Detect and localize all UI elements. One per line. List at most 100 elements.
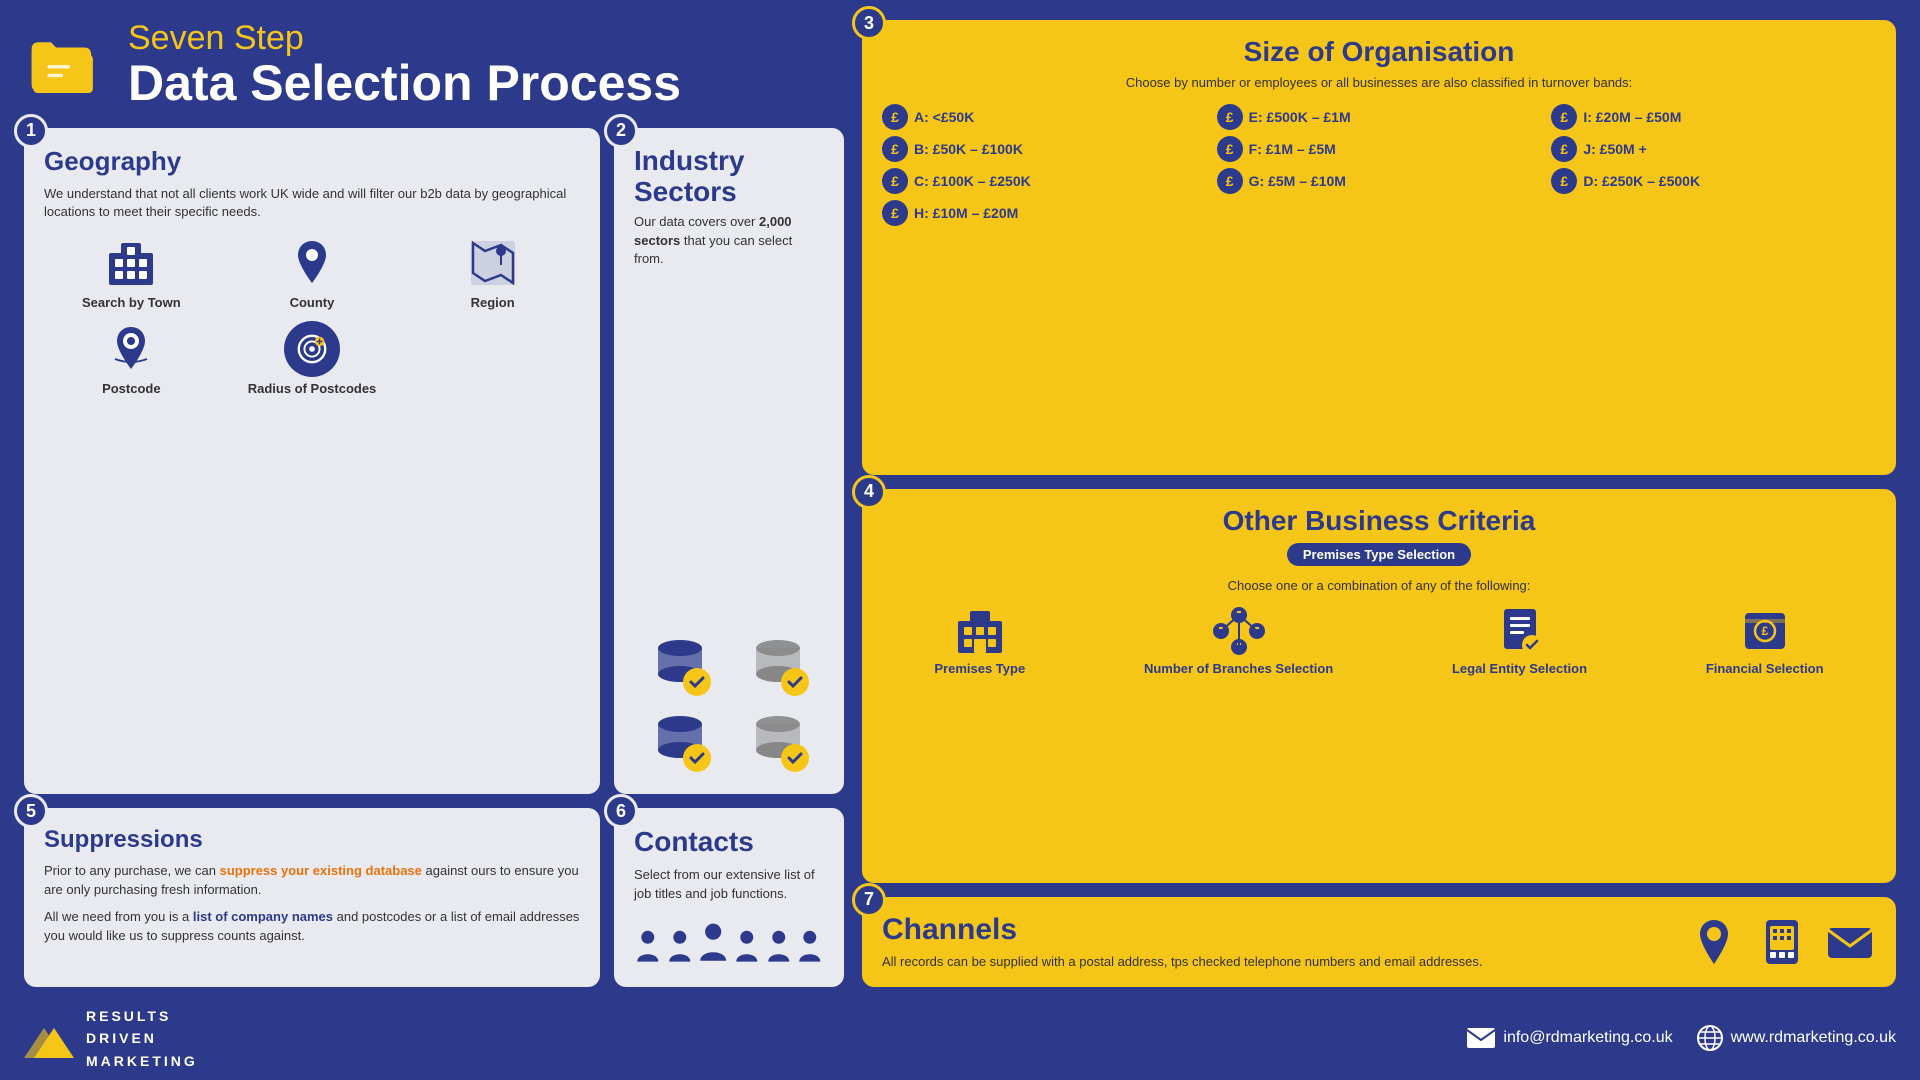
contacts-card: 6 Contacts Select from our extensive lis… bbox=[614, 808, 844, 986]
industry-title: Industry Sectors bbox=[634, 146, 824, 208]
geography-card: 1 Geography We understand that not all c… bbox=[24, 128, 600, 795]
channels-icons-row bbox=[1688, 916, 1876, 968]
db-icon-2 bbox=[732, 630, 824, 700]
pound-icon-c: £ bbox=[882, 168, 908, 194]
pound-icon-g: £ bbox=[1217, 168, 1243, 194]
suppressions-card: 5 Suppressions Prior to any purchase, we… bbox=[24, 808, 600, 986]
size-org-card: 3 Size of Organisation Choose by number … bbox=[862, 20, 1896, 475]
folder-icon bbox=[24, 30, 104, 100]
geography-icons-grid: Search by Town County bbox=[44, 235, 580, 396]
pound-icon-j: £ bbox=[1551, 136, 1577, 162]
pound-icon-f: £ bbox=[1217, 136, 1243, 162]
band-g-label: G: £5M – £10M bbox=[1249, 173, 1346, 189]
band-c: £ C: £100K – £250K bbox=[882, 168, 1207, 194]
geo-town-label: Search by Town bbox=[82, 295, 181, 311]
footer-website-text: www.rdmarketing.co.uk bbox=[1731, 1029, 1896, 1047]
industry-card: 2 Industry Sectors Our data covers over … bbox=[614, 128, 844, 795]
database-icons bbox=[634, 630, 824, 776]
band-b-label: B: £50K – £100K bbox=[914, 141, 1023, 157]
band-j: £ J: £50M + bbox=[1551, 136, 1876, 162]
logo-line-1: RESULTS bbox=[86, 1005, 198, 1027]
premises-badge: Premises Type Selection bbox=[1287, 543, 1471, 566]
suppressions-para2: All we need from you is a list of compan… bbox=[44, 908, 580, 946]
band-g: £ G: £5M – £10M bbox=[1217, 168, 1542, 194]
geo-radius-label: Radius of Postcodes bbox=[248, 381, 377, 397]
step-5-badge: 5 bbox=[14, 794, 48, 828]
criteria-branches-label: Number of Branches Selection bbox=[1144, 661, 1333, 677]
criteria-header: Other Business Criteria Premises Type Se… bbox=[882, 505, 1876, 593]
footer-website: www.rdmarketing.co.uk bbox=[1697, 1025, 1896, 1051]
contacts-desc: Select from our extensive list of job ti… bbox=[634, 866, 824, 902]
size-title: Size of Organisation bbox=[882, 36, 1876, 68]
suppressions-para1: Prior to any purchase, we can suppress y… bbox=[44, 862, 580, 900]
channels-desc: All records can be supplied with a posta… bbox=[882, 953, 1483, 971]
person-icon-1 bbox=[634, 925, 662, 969]
person-icon-5 bbox=[796, 925, 824, 969]
criteria-financial-label: Financial Selection bbox=[1706, 661, 1824, 677]
building-icon bbox=[103, 235, 159, 291]
channels-text: Channels All records can be supplied wit… bbox=[882, 913, 1483, 971]
band-d-label: D: £250K – £500K bbox=[1583, 173, 1700, 189]
channels-card: 7 Channels All records can be supplied w… bbox=[862, 897, 1896, 987]
band-h: £ H: £10M – £20M bbox=[882, 200, 1207, 226]
geo-search-town: Search by Town bbox=[44, 235, 219, 311]
footer-email-text: info@rdmarketing.co.uk bbox=[1503, 1029, 1672, 1047]
step-1-badge: 1 bbox=[14, 114, 48, 148]
premises-icon bbox=[954, 605, 1006, 657]
band-i-label: I: £20M – £50M bbox=[1583, 109, 1681, 125]
size-subtitle: Choose by number or employees or all bus… bbox=[882, 74, 1876, 92]
geo-county: County bbox=[225, 235, 400, 311]
criteria-items-row: Premises Type bbox=[882, 605, 1876, 677]
geo-postcode-label: Postcode bbox=[102, 381, 161, 397]
criteria-subtitle: Choose one or a combination of any of th… bbox=[882, 578, 1876, 593]
footer-logo: RESULTS DRIVEN MARKETING bbox=[24, 1005, 198, 1072]
header: Seven Step Data Selection Process bbox=[24, 20, 844, 110]
band-c-label: C: £100K – £250K bbox=[914, 173, 1031, 189]
industry-desc: Our data covers over 2,000 sectors that … bbox=[634, 213, 824, 268]
geo-county-label: County bbox=[290, 295, 335, 311]
criteria-title: Other Business Criteria bbox=[882, 505, 1876, 537]
pound-icon-d: £ bbox=[1551, 168, 1577, 194]
step-7-badge: 7 bbox=[852, 883, 886, 917]
band-b: £ B: £50K – £100K bbox=[882, 136, 1207, 162]
band-a-label: A: <£50K bbox=[914, 109, 974, 125]
telephone-channel-icon bbox=[1756, 916, 1808, 968]
footer-email: info@rdmarketing.co.uk bbox=[1467, 1028, 1672, 1048]
footer: RESULTS DRIVEN MARKETING info@rdmarketin… bbox=[0, 997, 1920, 1080]
criteria-financial: £ Financial Selection bbox=[1706, 605, 1824, 677]
footer-logo-text: RESULTS DRIVEN MARKETING bbox=[86, 1005, 198, 1072]
header-subtitle: Seven Step bbox=[128, 20, 681, 57]
people-icons bbox=[634, 917, 824, 969]
band-h-label: H: £10M – £20M bbox=[914, 205, 1018, 221]
criteria-branches: Number of Branches Selection bbox=[1144, 605, 1333, 677]
band-i: £ I: £20M – £50M bbox=[1551, 104, 1876, 130]
step-3-badge: 3 bbox=[852, 6, 886, 40]
person-icon-4 bbox=[765, 925, 793, 969]
pound-icon-h: £ bbox=[882, 200, 908, 226]
logo-line-2: DRIVEN bbox=[86, 1027, 198, 1049]
person-icon-featured bbox=[697, 917, 729, 969]
criteria-premises: Premises Type bbox=[934, 605, 1025, 677]
globe-icon bbox=[1697, 1025, 1723, 1051]
geo-radius: Radius of Postcodes bbox=[225, 321, 400, 397]
pound-icon-a: £ bbox=[882, 104, 908, 130]
email-footer-icon bbox=[1467, 1028, 1495, 1048]
company-names-link: list of company names bbox=[193, 909, 333, 924]
radius-icon bbox=[284, 321, 340, 377]
band-d: £ D: £250K – £500K bbox=[1551, 168, 1876, 194]
person-icon-2 bbox=[666, 925, 694, 969]
band-e-label: E: £500K – £1M bbox=[1249, 109, 1351, 125]
step-6-badge: 6 bbox=[604, 794, 638, 828]
geography-title: Geography bbox=[44, 146, 580, 177]
financial-icon: £ bbox=[1739, 605, 1791, 657]
criteria-premises-label: Premises Type bbox=[934, 661, 1025, 677]
criteria-card: 4 Other Business Criteria Premises Type … bbox=[862, 489, 1896, 883]
geo-region: Region bbox=[405, 235, 580, 311]
band-j-label: J: £50M + bbox=[1583, 141, 1646, 157]
contacts-title: Contacts bbox=[634, 826, 824, 858]
footer-contact: info@rdmarketing.co.uk www.rdmarketing.c… bbox=[1467, 1025, 1896, 1051]
step-2-badge: 2 bbox=[604, 114, 638, 148]
db-icon-1 bbox=[634, 630, 726, 700]
suppress-highlight: suppress your existing database bbox=[220, 863, 422, 878]
band-e: £ E: £500K – £1M bbox=[1217, 104, 1542, 130]
